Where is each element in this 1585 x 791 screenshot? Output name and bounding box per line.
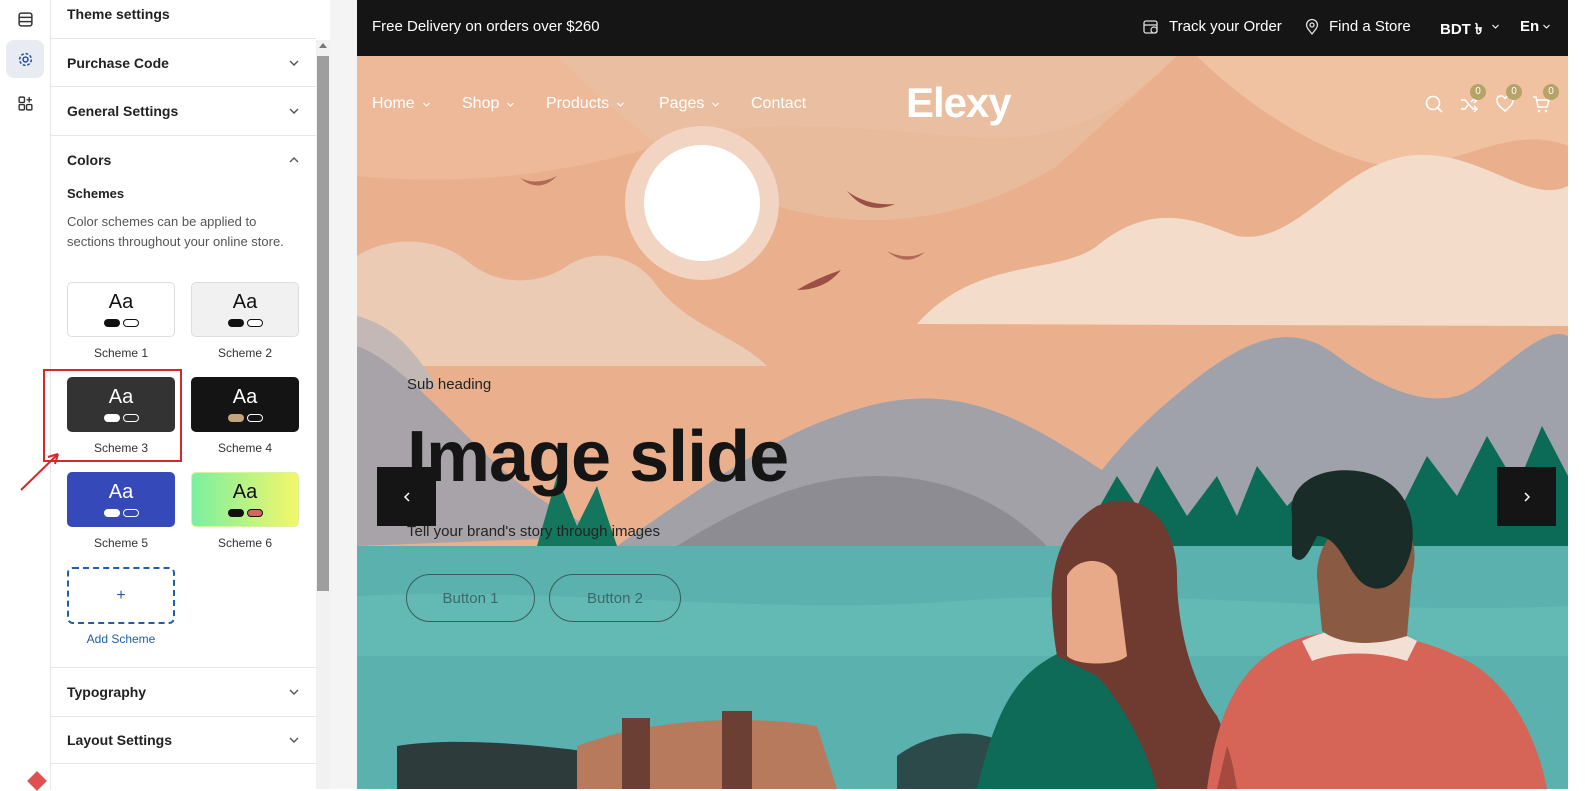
scheme-secondary-pill — [246, 318, 263, 327]
hero-heading: Image slide — [407, 417, 789, 497]
store-preview: Free Delivery on orders over $260 Track … — [357, 0, 1568, 789]
add-scheme-label[interactable]: Add Scheme — [67, 632, 175, 646]
scheme-secondary-pill — [122, 318, 139, 327]
panel-scrollbar[interactable] — [316, 40, 330, 789]
slide-next-button[interactable] — [1497, 467, 1556, 526]
section-label: General Settings — [67, 102, 179, 119]
scheme-sample: Aa — [232, 385, 258, 408]
chevron-down-icon — [289, 60, 299, 66]
scheme-primary-pill — [227, 318, 244, 327]
scheme-card-6[interactable]: Aa — [191, 472, 299, 527]
hero-sub-heading: Sub heading — [407, 376, 492, 393]
annotation-arrow-icon — [20, 453, 59, 491]
preview-gutter — [330, 0, 357, 789]
schemes-heading: Schemes — [67, 186, 125, 201]
scroll-up-icon[interactable] — [319, 43, 327, 48]
nav-label: Products — [546, 95, 610, 112]
apps-icon — [17, 95, 33, 111]
chevron-down-icon — [712, 102, 720, 107]
scheme-card-5[interactable]: Aa — [67, 472, 175, 527]
apps-button[interactable] — [6, 84, 44, 122]
hero-button-1[interactable]: Button 1 — [406, 574, 535, 622]
scheme-name: Scheme 5 — [93, 536, 149, 550]
scheme-primary-pill — [227, 413, 244, 422]
chevron-down-icon — [422, 102, 430, 107]
slide-prev-button[interactable] — [377, 467, 436, 526]
store-logo[interactable]: Elexy — [906, 79, 1012, 127]
chevron-down-icon — [1543, 24, 1550, 29]
hero-text: Tell your brand's story through images — [407, 523, 660, 540]
search-icon[interactable] — [1424, 94, 1444, 114]
scheme-sample: Aa — [108, 290, 134, 313]
add-scheme-button[interactable]: + — [67, 567, 175, 624]
corner-marker — [27, 771, 47, 791]
compare-badge: 0 — [1470, 84, 1486, 100]
scheme-sample: Aa — [232, 290, 258, 313]
panel-title: Theme settings — [67, 6, 170, 22]
chevron-down-icon — [617, 102, 625, 107]
section-purchase-code[interactable]: Purchase Code — [51, 38, 316, 86]
scheme-name: Scheme 2 — [217, 346, 273, 360]
cart-badge: 0 — [1543, 84, 1559, 100]
scheme-primary-pill — [103, 508, 120, 517]
layout-icon — [17, 11, 33, 27]
section-colors[interactable]: Colors — [51, 135, 316, 183]
track-order-link[interactable]: Track your Order — [1169, 18, 1282, 35]
scheme-card-1[interactable]: Aa — [67, 282, 175, 337]
section-label: Typography — [67, 683, 147, 700]
nav-home[interactable]: Home — [372, 95, 431, 113]
announcement-bar: Free Delivery on orders over $260 Track … — [357, 0, 1568, 56]
chevron-up-icon — [289, 156, 299, 162]
nav-shop[interactable]: Shop — [462, 95, 515, 113]
chevron-down-icon — [289, 108, 299, 114]
nav-label: Home — [372, 95, 415, 112]
chevron-down-icon — [1492, 24, 1499, 29]
scheme-card-2[interactable]: Aa — [191, 282, 299, 337]
box-icon — [1143, 20, 1158, 34]
nav-label: Shop — [462, 95, 500, 112]
right-margin — [1568, 0, 1585, 789]
scheme-primary-pill — [103, 318, 120, 327]
scheme-sample: Aa — [108, 480, 134, 503]
scroll-thumb[interactable] — [317, 56, 329, 591]
section-label: Layout Settings — [67, 732, 173, 748]
theme-settings-button[interactable] — [6, 40, 44, 78]
nav-label: Pages — [659, 95, 705, 112]
section-layout-settings[interactable]: Layout Settings — [51, 716, 316, 764]
currency-selector[interactable]: BDT ৳ — [1440, 18, 1482, 43]
scheme-sample: Aa — [232, 480, 258, 503]
nav-contact[interactable]: Contact — [751, 95, 806, 113]
scheme-name: Scheme 4 — [217, 441, 273, 455]
hero-slider: Sub heading Image slide Tell your brand'… — [357, 56, 1568, 789]
find-store-link[interactable]: Find a Store — [1329, 18, 1411, 35]
gear-icon — [18, 52, 32, 66]
chevron-down-icon — [289, 689, 299, 695]
nav-products[interactable]: Products — [546, 95, 625, 113]
scheme-name: Scheme 1 — [93, 346, 149, 360]
scheme-name: Scheme 6 — [217, 536, 273, 550]
location-icon — [1305, 18, 1319, 36]
language-selector[interactable]: En — [1520, 18, 1539, 35]
hero-button-2[interactable]: Button 2 — [549, 574, 681, 622]
wishlist-badge: 0 — [1506, 84, 1522, 100]
schemes-description: Color schemes can be applied to sections… — [67, 214, 284, 249]
scheme-secondary-pill — [122, 508, 139, 517]
chevron-down-icon — [289, 737, 299, 743]
section-general-settings[interactable]: General Settings — [51, 86, 316, 134]
section-label: Colors — [67, 151, 112, 168]
scheme-card-4[interactable]: Aa — [191, 377, 299, 432]
announcement-text: Free Delivery on orders over $260 — [372, 18, 600, 35]
nav-label: Contact — [751, 95, 807, 112]
chevron-down-icon — [507, 102, 515, 107]
plus-icon: + — [116, 586, 126, 604]
section-label: Purchase Code — [67, 54, 169, 71]
chevron-right-icon — [1523, 491, 1530, 502]
chevron-left-icon — [403, 491, 410, 502]
nav-pages[interactable]: Pages — [659, 95, 720, 113]
sections-button[interactable] — [6, 0, 44, 38]
scheme-secondary-pill — [246, 413, 263, 422]
section-typography[interactable]: Typography — [51, 667, 316, 715]
scheme-secondary-pill — [246, 508, 263, 517]
scheme-primary-pill — [227, 508, 244, 517]
